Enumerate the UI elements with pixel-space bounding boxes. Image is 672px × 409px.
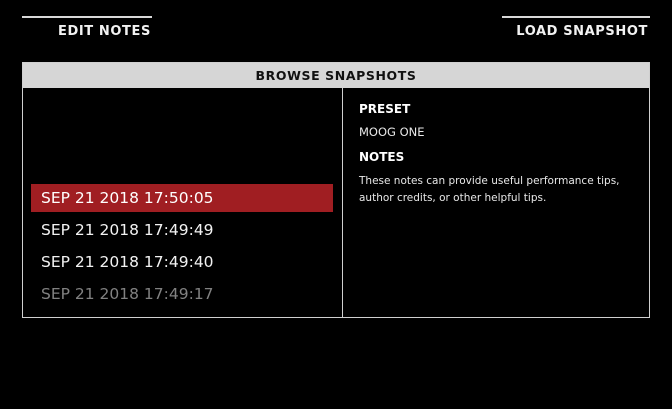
snapshot-item-selected[interactable]: SEP 21 2018 17:50:05 bbox=[31, 184, 333, 212]
snapshot-item[interactable]: SEP 21 2018 17:49:17 bbox=[31, 280, 333, 302]
snapshot-list[interactable]: SEP 21 2018 17:50:05 SEP 21 2018 17:49:4… bbox=[31, 184, 333, 302]
notes-text: These notes can provide useful performan… bbox=[359, 175, 620, 204]
load-snapshot-softkey[interactable]: LOAD SNAPSHOT bbox=[472, 0, 672, 40]
snapshot-item[interactable]: SEP 21 2018 17:49:49 bbox=[31, 216, 333, 244]
snapshot-item[interactable]: SEP 21 2018 17:49:40 bbox=[31, 248, 333, 276]
panel-divider bbox=[342, 88, 343, 317]
softkey-indicator-bar bbox=[502, 16, 650, 18]
edit-notes-softkey[interactable]: EDIT NOTES bbox=[0, 0, 200, 40]
preset-heading: PRESET bbox=[359, 102, 411, 116]
snapshot-details: PRESET MOOG ONE NOTES These notes can pr… bbox=[359, 102, 639, 207]
notes-heading: NOTES bbox=[359, 150, 405, 164]
panel-title: BROWSE SNAPSHOTS bbox=[23, 63, 649, 88]
load-snapshot-label[interactable]: LOAD SNAPSHOT bbox=[516, 24, 648, 39]
preset-value: MOOG ONE bbox=[359, 125, 425, 139]
browse-snapshots-panel: BROWSE SNAPSHOTS SEP 21 2018 17:50:05 SE… bbox=[22, 62, 650, 318]
panel-body: SEP 21 2018 17:50:05 SEP 21 2018 17:49:4… bbox=[23, 88, 649, 317]
edit-notes-label[interactable]: EDIT NOTES bbox=[58, 24, 151, 39]
softkey-indicator-bar bbox=[22, 16, 152, 18]
